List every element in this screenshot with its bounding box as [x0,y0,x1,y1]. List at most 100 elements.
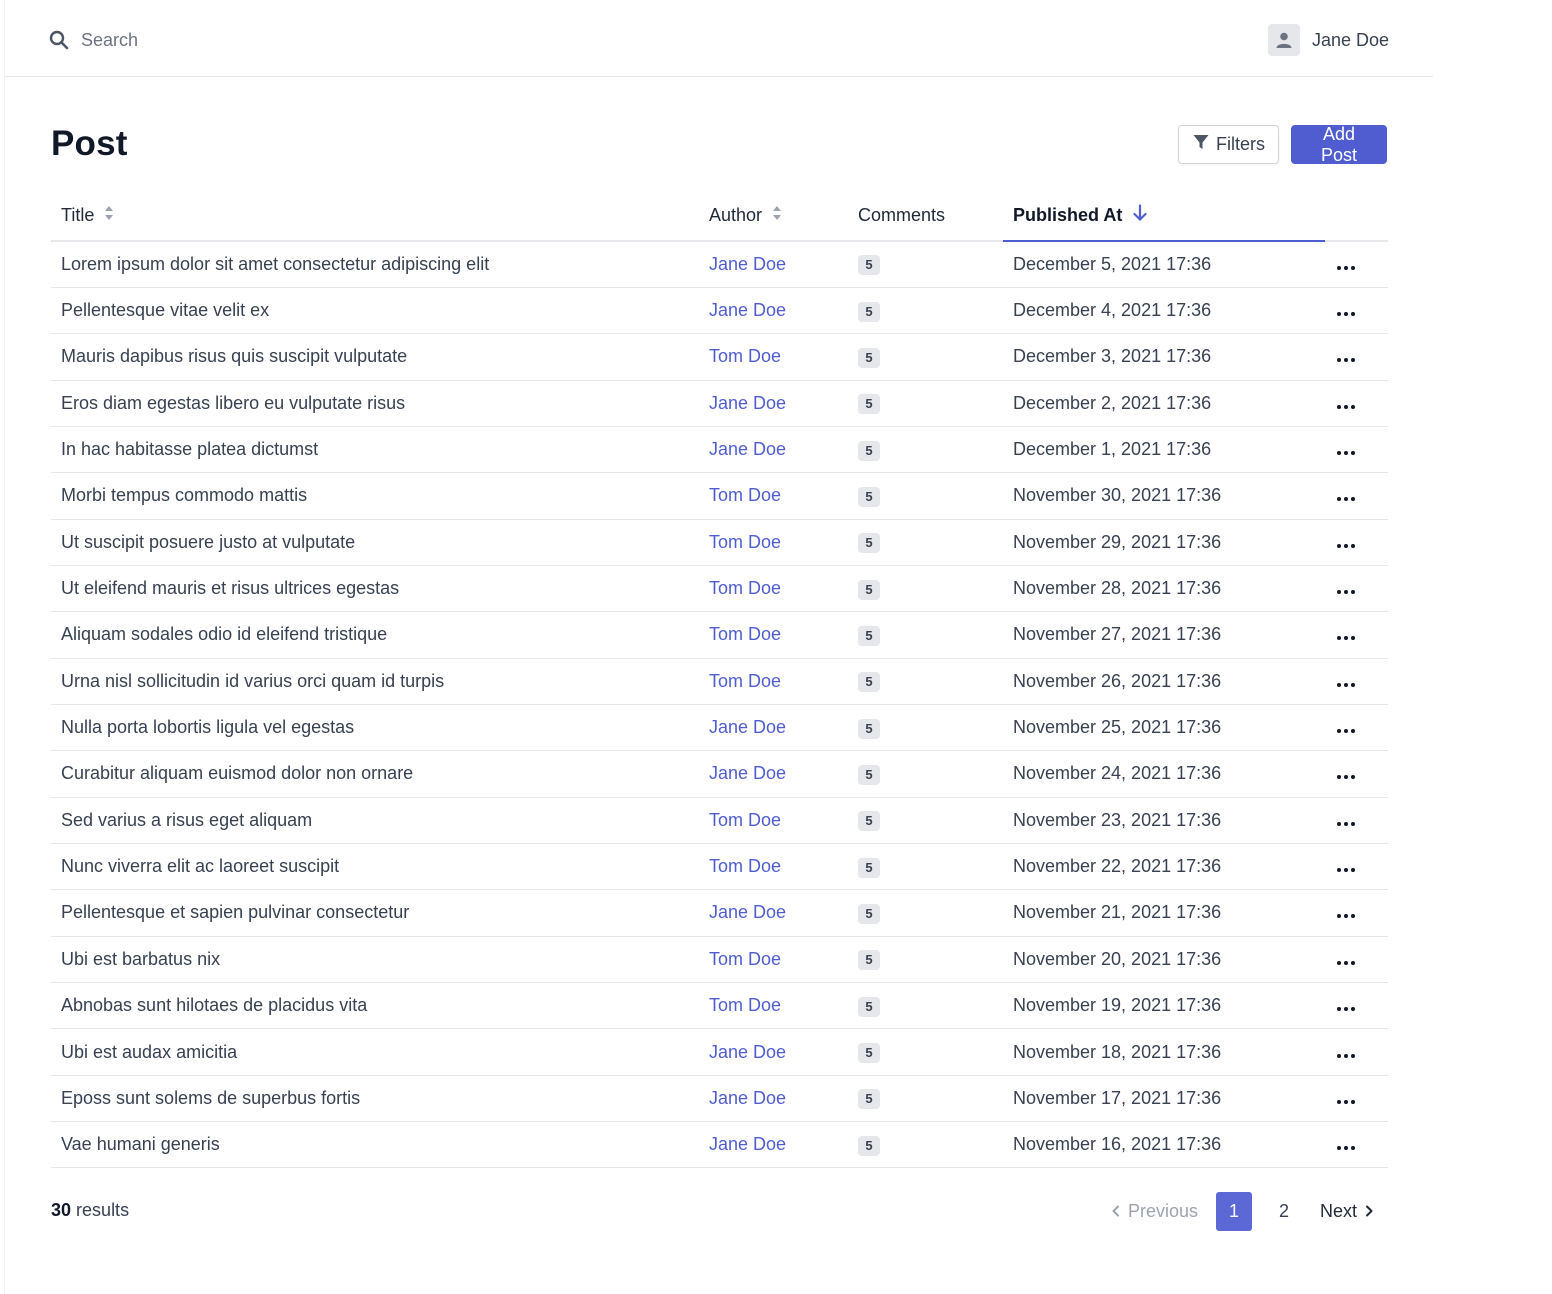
comments-count-badge: 5 [858,718,880,739]
table-row[interactable]: Nunc viverra elit ac laoreet suscipit Tom… [51,843,1388,891]
post-author-link[interactable]: Tom Doe [709,485,781,505]
post-comments-cell: 5 [848,519,1003,566]
page-1-button[interactable]: 1 [1215,1192,1252,1231]
post-comments-cell: 5 [848,241,1003,288]
post-comments-cell: 5 [848,472,1003,520]
post-author-link[interactable]: Jane Doe [709,763,786,783]
previous-page-button: Previous [1111,1201,1198,1222]
post-author-link[interactable]: Jane Doe [709,300,786,320]
table-row[interactable]: Urna nisl sollicitudin id varius orci qu… [51,658,1388,705]
post-published-at: November 29, 2021 17:36 [1003,519,1325,566]
post-author-cell: Jane Doe [699,704,848,752]
table-row[interactable]: Aliquam sodales odio id eleifend tristiq… [51,611,1388,659]
filters-button[interactable]: Filters [1178,125,1279,164]
table-row[interactable]: Eposs sunt solems de superbus fortis Jane… [51,1075,1388,1123]
post-author-link[interactable]: Jane Doe [709,393,786,413]
more-options-icon[interactable] [1335,1050,1357,1062]
table-row[interactable]: Abnobas sunt hilotaes de placidus vita To… [51,982,1388,1030]
more-options-icon[interactable] [1335,771,1357,783]
table-row[interactable]: Ubi est barbatus nix Tom Doe 5 November 20,… [51,936,1388,984]
post-author-link[interactable]: Jane Doe [709,439,786,459]
table-row[interactable]: Curabitur aliquam euismod dolor non orna… [51,750,1388,798]
page-title: Post [51,124,128,163]
table-row[interactable]: Ubi est audax amicitia Jane Doe 5 November … [51,1028,1388,1076]
table-row[interactable]: Nulla porta lobortis ligula vel egestas J… [51,704,1388,752]
comments-count-badge: 5 [858,301,880,322]
post-author-link[interactable]: Tom Doe [709,856,781,876]
add-post-button[interactable]: Add Post [1291,124,1387,165]
post-comments-cell: 5 [848,797,1003,844]
more-options-icon[interactable] [1335,354,1357,366]
table-row[interactable]: Vae humani generis Jane Doe 5 November 16, … [51,1121,1388,1169]
more-options-icon[interactable] [1335,632,1357,644]
post-title: Curabitur aliquam euismod dolor non orna… [51,750,699,798]
user-menu[interactable]: Jane Doe [1267,24,1389,56]
table-row[interactable]: Eros diam egestas libero eu vulputate ri… [51,380,1388,427]
post-author-link[interactable]: Jane Doe [709,1134,786,1154]
post-author-link[interactable]: Tom Doe [709,995,781,1015]
more-options-icon[interactable] [1335,1096,1357,1108]
more-options-icon[interactable] [1335,679,1357,691]
post-title: Aliquam sodales odio id eleifend tristiq… [51,611,699,659]
column-header-published[interactable]: Published At [1003,190,1325,242]
more-options-icon[interactable] [1335,262,1357,274]
table-row[interactable]: Pellentesque vitae velit ex Jane Doe 5 Dece… [51,287,1388,335]
table-row[interactable]: Mauris dapibus risus quis suscipit vulpu… [51,333,1388,381]
column-header-title[interactable]: Title [51,190,699,242]
next-page-button[interactable]: Next [1320,1201,1374,1222]
post-author-link[interactable]: Jane Doe [709,717,786,737]
post-title: Pellentesque vitae velit ex [51,287,699,335]
more-options-icon[interactable] [1335,910,1357,922]
post-author-link[interactable]: Jane Doe [709,1042,786,1062]
row-actions-cell [1325,704,1388,752]
post-author-cell: Tom Doe [699,519,848,566]
column-header-comments: Comments [848,190,1003,242]
column-header-author[interactable]: Author [699,190,848,242]
more-options-icon[interactable] [1335,493,1357,505]
post-title: Urna nisl sollicitudin id varius orci qu… [51,658,699,705]
page-2-button[interactable]: 2 [1266,1192,1302,1231]
table-row[interactable]: Ut eleifend mauris et risus ultrices ege… [51,565,1388,613]
post-author-link[interactable]: Tom Doe [709,624,781,644]
table-row[interactable]: In hac habitasse platea dictumst Jane Doe… [51,426,1388,474]
post-author-link[interactable]: Jane Doe [709,902,786,922]
post-title: Ubi est audax amicitia [51,1028,699,1076]
post-author-link[interactable]: Tom Doe [709,346,781,366]
row-actions-cell [1325,797,1388,844]
more-options-icon[interactable] [1335,957,1357,969]
more-options-icon[interactable] [1335,308,1357,320]
post-author-link[interactable]: Tom Doe [709,578,781,598]
more-options-icon[interactable] [1335,725,1357,737]
post-title: Ut suscipit posuere justo at vulputate [51,519,699,566]
comments-count-badge: 5 [858,1135,880,1156]
comments-count-badge: 5 [858,764,880,785]
table-row[interactable]: Morbi tempus commodo mattis Tom Doe 5 Novem… [51,472,1388,520]
comments-count-badge: 5 [858,486,880,507]
more-options-icon[interactable] [1335,401,1357,413]
table-row[interactable]: Lorem ipsum dolor sit amet consectetur a… [51,241,1388,288]
more-options-icon[interactable] [1335,1003,1357,1015]
post-title: Lorem ipsum dolor sit amet consectetur a… [51,241,699,288]
post-author-link[interactable]: Tom Doe [709,532,781,552]
post-author-link[interactable]: Jane Doe [709,1088,786,1108]
post-author-cell: Tom Doe [699,565,848,613]
table-row[interactable]: Pellentesque et sapien pulvinar consecte… [51,889,1388,937]
post-author-link[interactable]: Jane Doe [709,254,786,274]
table-row[interactable]: Sed varius a risus eget aliquam Tom Doe 5 N… [51,797,1388,844]
more-options-icon[interactable] [1335,447,1357,459]
more-options-icon[interactable] [1335,818,1357,830]
comments-count-badge: 5 [858,579,880,600]
more-options-icon[interactable] [1335,586,1357,598]
row-actions-cell [1325,1028,1388,1076]
post-comments-cell: 5 [848,565,1003,613]
post-author-link[interactable]: Tom Doe [709,949,781,969]
more-options-icon[interactable] [1335,540,1357,552]
post-title: Pellentesque et sapien pulvinar consecte… [51,889,699,937]
more-options-icon[interactable] [1335,1142,1357,1154]
post-comments-cell: 5 [848,333,1003,381]
table-row[interactable]: Ut suscipit posuere justo at vulputate To… [51,519,1388,566]
search-input[interactable]: Search [49,26,138,54]
post-author-link[interactable]: Tom Doe [709,671,781,691]
post-author-link[interactable]: Tom Doe [709,810,781,830]
more-options-icon[interactable] [1335,864,1357,876]
